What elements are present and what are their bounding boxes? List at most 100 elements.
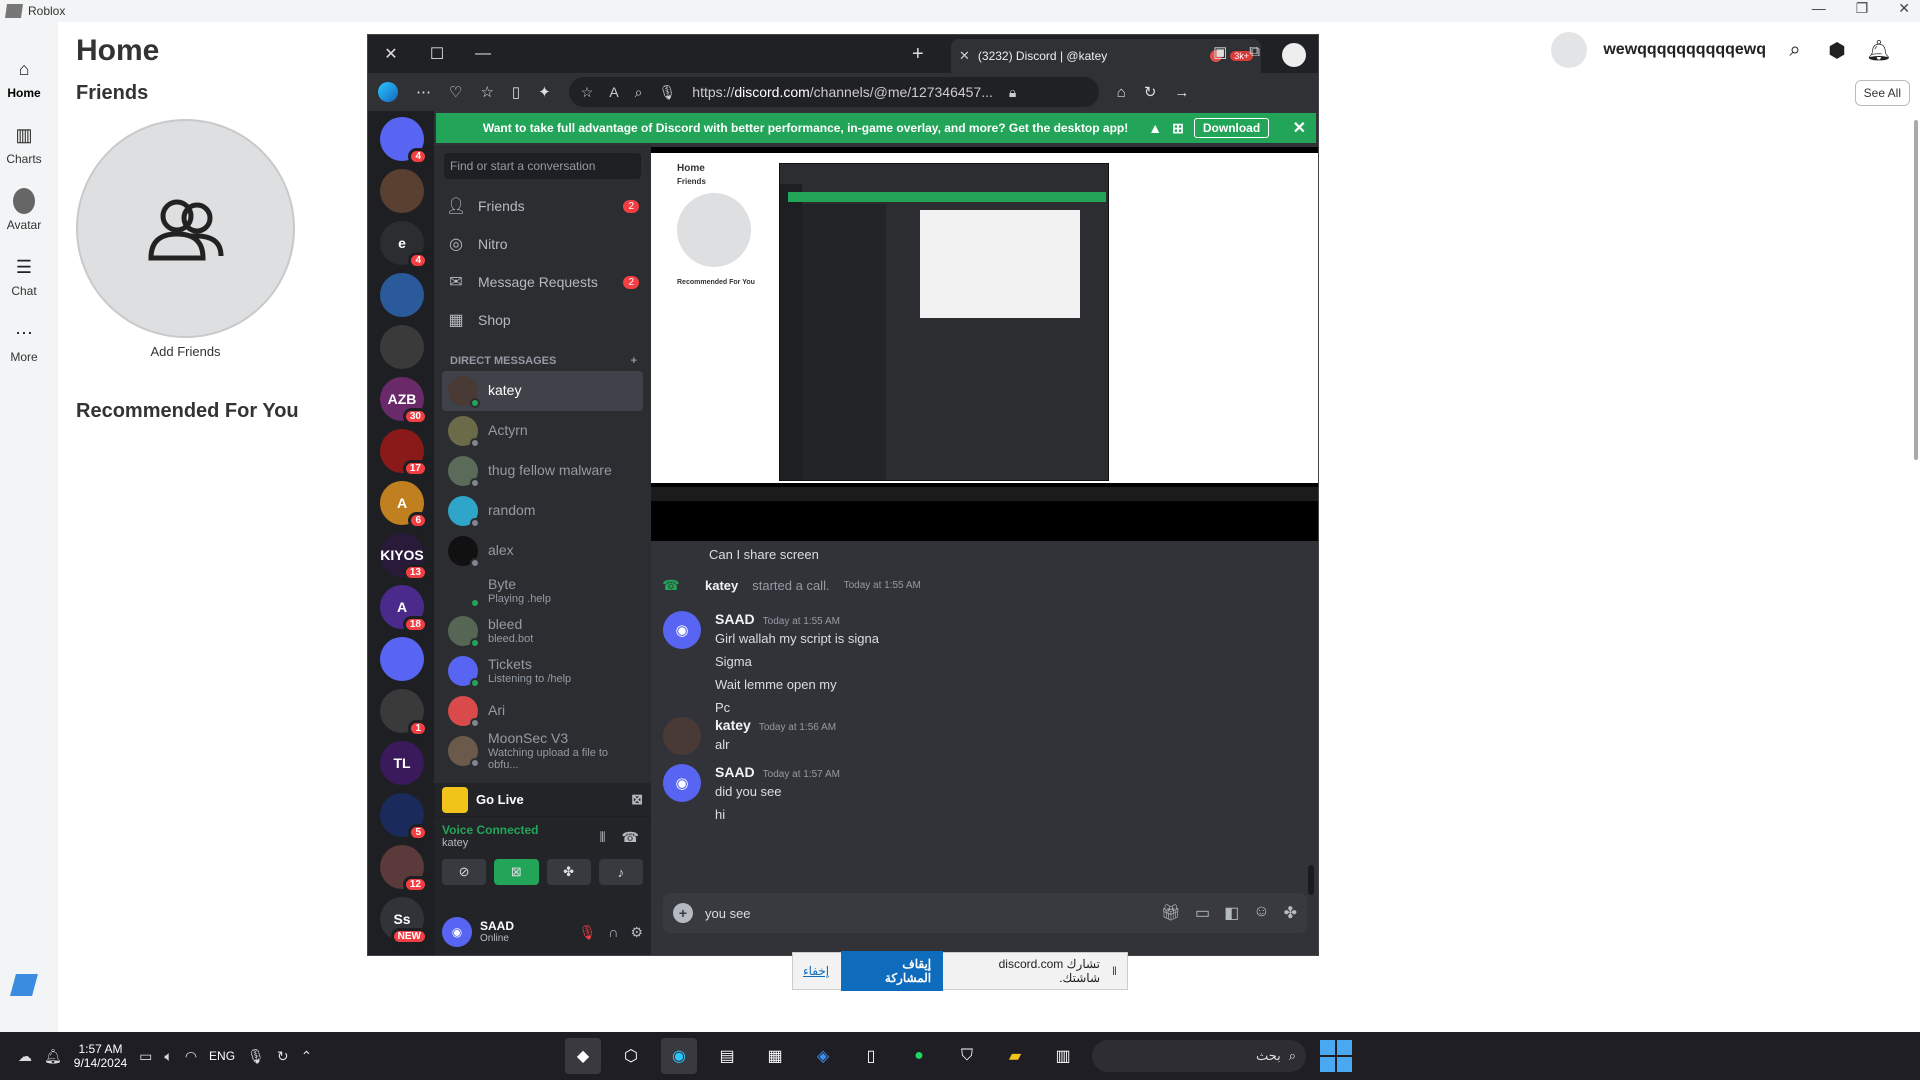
forward-icon[interactable]: → [1174, 84, 1189, 101]
server-icon[interactable]: KIYOS 13 [380, 533, 428, 581]
call-user[interactable]: katey [705, 578, 738, 593]
server-icon[interactable] [380, 273, 424, 317]
add-friends-button[interactable] [76, 119, 295, 338]
camera-off-button[interactable]: ⊘ [442, 859, 487, 885]
spotify-app-icon[interactable]: ● [901, 1038, 937, 1074]
notepad-app-icon[interactable]: ▤ [709, 1038, 745, 1074]
nav-avatar[interactable]: Avatar [0, 188, 48, 232]
find-conversation-input[interactable]: Find or start a conversation [444, 153, 641, 179]
message-author[interactable]: katey [715, 717, 751, 733]
weather-icon[interactable]: ☁ [18, 1048, 32, 1065]
robux-icon[interactable]: ⬢ [1824, 37, 1850, 63]
dm-item[interactable]: alex [442, 531, 643, 571]
stop-stream-icon[interactable]: ⊠ [631, 791, 643, 808]
edge-app-icon[interactable]: ◉ [661, 1038, 697, 1074]
notes-app-icon[interactable]: ▥ [1045, 1038, 1081, 1074]
username[interactable]: wewqqqqqqqqqqewq [1603, 41, 1766, 59]
notification-icon[interactable]: 🔔︎ [44, 1048, 62, 1065]
screen-share-button[interactable]: ⊠ [494, 859, 539, 885]
message-author[interactable]: SAAD [715, 764, 755, 780]
nav-message-requests[interactable]: ✉ Message Requests 2 [434, 263, 651, 301]
apps-icon[interactable]: ✤ [1284, 903, 1297, 923]
headphones-icon[interactable]: ∩ [608, 924, 618, 941]
stream-viewer[interactable]: Home Friends Recommended For You [651, 147, 1318, 541]
discord-avatar[interactable]: ◉ [663, 764, 701, 802]
see-all-button[interactable]: See All [1854, 80, 1910, 106]
server-icon[interactable]: 12 [380, 845, 428, 893]
server-icon[interactable] [380, 169, 424, 213]
create-dm-icon[interactable]: + [631, 355, 637, 367]
favorites-icon[interactable]: ☆ [480, 83, 493, 101]
nav-chat[interactable]: ☰ Chat [0, 256, 48, 299]
roblox-scrollbar[interactable] [1914, 120, 1918, 460]
notification-bell-icon[interactable]: 🔔︎ [1866, 37, 1892, 63]
read-aloud-icon[interactable]: A [609, 84, 618, 100]
minimize-icon[interactable]: — [1812, 0, 1826, 17]
language-indicator[interactable]: ENG [209, 1049, 235, 1063]
wifi-icon[interactable]: ◠ [185, 1048, 197, 1065]
battery-icon[interactable]: ▭ [139, 1048, 152, 1065]
gift-icon[interactable]: 🎁︎ [1161, 903, 1181, 923]
add-attachment-icon[interactable]: + [673, 903, 693, 923]
message-author[interactable]: SAAD [715, 611, 755, 627]
server-icon[interactable] [380, 325, 424, 369]
server-icon[interactable]: 17 [380, 429, 428, 477]
dm-item[interactable]: bleed bleed.bot [442, 611, 643, 651]
dm-item[interactable]: Actyrn [442, 411, 643, 451]
nav-home[interactable]: ⌂ Home [0, 58, 48, 101]
disconnect-icon[interactable]: ☎ [622, 829, 639, 846]
dm-item[interactable]: Tickets Listening to /help [442, 651, 643, 691]
dropbox-app-icon[interactable]: ◈ [805, 1038, 841, 1074]
star-icon[interactable]: ☆ [581, 84, 594, 101]
mouse-app-icon[interactable]: ▯ [853, 1038, 889, 1074]
katey-avatar[interactable] [663, 717, 701, 755]
mic-tray-icon[interactable]: 🎙︎ [247, 1048, 265, 1065]
refresh-icon[interactable]: ↻ [1144, 83, 1157, 101]
sticker-icon[interactable]: ◧ [1224, 903, 1239, 923]
download-button[interactable]: Download [1193, 118, 1270, 138]
profile-avatar[interactable] [1551, 32, 1588, 68]
extensions-icon[interactable]: ✦ [538, 83, 551, 101]
microphone-icon[interactable]: 🎙︎ [659, 84, 677, 101]
address-bar[interactable]: ☆ A ⌕ 🎙︎ https://discord.com/channels/@m… [568, 77, 1099, 107]
search-icon[interactable]: ⌕ [1782, 37, 1808, 63]
maximize-icon[interactable]: ❐ [1856, 0, 1869, 17]
server-icon[interactable]: Ss NEW [380, 897, 428, 945]
zoom-icon[interactable]: ⌕ [635, 84, 643, 101]
new-tab-icon[interactable]: + [912, 43, 924, 66]
store-app-icon[interactable]: ▦ [757, 1038, 793, 1074]
heart-icon[interactable]: ♡ [449, 83, 462, 101]
nav-more[interactable]: ⋯ More [0, 322, 48, 365]
activity-button[interactable]: ✤ [546, 859, 591, 885]
discord-avatar[interactable]: ◉ [663, 611, 701, 649]
tray-chevron-icon[interactable]: ⌃ [301, 1048, 313, 1065]
server-icon[interactable]: A 18 [380, 585, 428, 633]
discord-avatar[interactable]: ◉ [442, 917, 472, 947]
stop-sharing-button[interactable]: إيقاف المشاركة [841, 951, 944, 991]
dm-item[interactable]: MoonSec V3 Watching upload a file to obfu… [442, 730, 643, 771]
settings-gear-icon[interactable]: ⚙ [630, 924, 643, 941]
nav-friends[interactable]: 👤︎ Friends 2 [434, 187, 651, 225]
browser-close-icon[interactable]: ✕ [368, 44, 414, 64]
workspaces-icon[interactable]: ⧉ [1249, 43, 1260, 67]
lock-icon[interactable]: 🔒︎ [1009, 84, 1016, 101]
start-button[interactable] [1320, 1040, 1352, 1072]
server-icon[interactable]: 1 [380, 689, 428, 737]
dm-item[interactable]: katey [442, 371, 643, 411]
dm-item[interactable]: Byte Playing .help [442, 571, 643, 611]
hide-notice-link[interactable]: إخفاء [803, 964, 829, 978]
file-explorer-icon[interactable]: ▰ [997, 1038, 1033, 1074]
soundboard-button[interactable]: ♪ [598, 859, 643, 885]
taskbar-search[interactable]: بحث ⌕ [1092, 1040, 1306, 1072]
nav-shop[interactable]: ▦ Shop [434, 301, 651, 339]
banner-close-icon[interactable]: ✕ [1293, 118, 1306, 138]
security-app-icon[interactable]: ⛉ [949, 1038, 985, 1074]
split-screen-icon[interactable]: ▯ [512, 83, 520, 101]
dm-item[interactable]: random [442, 491, 643, 531]
roblox-app-icon[interactable]: ◆ [565, 1038, 601, 1074]
server-icon[interactable] [380, 637, 424, 681]
gif-icon[interactable]: ▭ [1195, 903, 1210, 923]
noise-suppression-icon[interactable]: ⫴ [600, 829, 606, 846]
tab-actions-icon[interactable]: ▣ [1213, 43, 1227, 67]
browser-profile-icon[interactable] [1282, 43, 1306, 67]
